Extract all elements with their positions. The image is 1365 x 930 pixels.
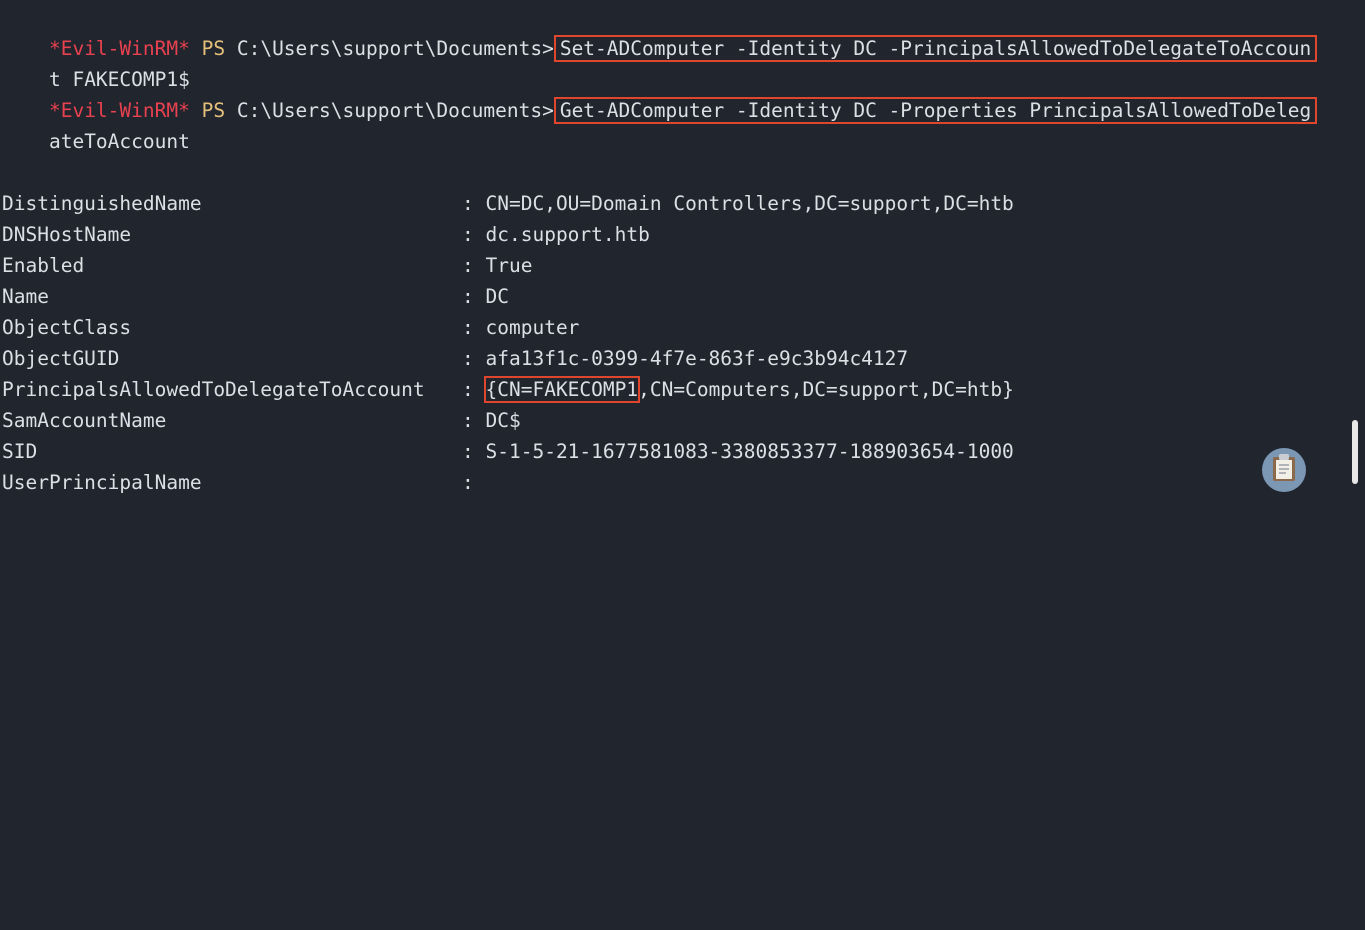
property-name: ObjectClass	[2, 316, 132, 339]
property-name: SID	[2, 440, 38, 463]
property-separator: :	[462, 440, 474, 463]
property-separator: :	[462, 378, 474, 401]
property-row: ObjectClass: computer	[2, 312, 579, 343]
property-name: DistinguishedName	[2, 192, 202, 215]
highlighted-command-2: Get-ADComputer -Identity DC -Properties …	[553, 97, 1318, 124]
property-row: Enabled: True	[2, 250, 532, 281]
property-row: UserPrincipalName:	[2, 467, 486, 498]
property-value: afa13f1c-0399-4f7e-863f-e9c3b94c4127	[485, 347, 909, 370]
property-value: DC$	[485, 409, 521, 432]
property-separator: :	[462, 285, 474, 308]
property-name: SamAccountName	[2, 409, 167, 432]
property-value: S-1-5-21-1677581083-3380853377-188903654…	[485, 440, 1014, 463]
highlighted-command-1: Set-ADComputer -Identity DC -PrincipalsA…	[553, 35, 1318, 62]
property-name: ObjectGUID	[2, 347, 120, 370]
command-line-1-wrap: t FAKECOMP1$	[2, 33, 190, 91]
property-name: Name	[2, 285, 49, 308]
scrollbar-thumb[interactable]	[1352, 420, 1358, 484]
prompt-path: C:\Users\support\Documents>	[236, 37, 554, 60]
highlighted-value: {CN=FAKECOMP1	[483, 376, 641, 403]
terminal-window[interactable]: *Evil-WinRM* PS C:\Users\support\Documen…	[0, 0, 1350, 507]
property-value: CN=DC,OU=Domain Controllers,DC=support,D…	[485, 192, 1014, 215]
property-value: DC	[485, 285, 509, 308]
clipboard-icon	[1271, 453, 1297, 488]
property-separator: :	[462, 223, 474, 246]
property-separator: :	[462, 316, 474, 339]
property-row: SID: S-1-5-21-1677581083-3380853377-1889…	[2, 436, 1014, 467]
property-name: PrincipalsAllowedToDelegateToAccount	[2, 378, 425, 401]
prompt-path: C:\Users\support\Documents>	[236, 99, 554, 122]
property-separator: :	[462, 192, 474, 215]
command-line-2: *Evil-WinRM* PS C:\Users\support\Documen…	[2, 64, 1318, 124]
property-separator: :	[462, 409, 474, 432]
property-row: Name: DC	[2, 281, 509, 312]
property-name: Enabled	[2, 254, 85, 277]
property-row: DistinguishedName: CN=DC,OU=Domain Contr…	[2, 188, 1014, 219]
property-value: ,CN=Computers,DC=support,DC=htb}	[638, 378, 1014, 401]
command-line-1: *Evil-WinRM* PS C:\Users\support\Documen…	[2, 2, 1318, 62]
command-2-continuation: ateToAccount	[48, 130, 190, 153]
property-row: SamAccountName: DC$	[2, 405, 521, 436]
property-name: DNSHostName	[2, 223, 132, 246]
property-separator: :	[462, 347, 474, 370]
clipboard-button[interactable]	[1262, 448, 1306, 492]
property-name: UserPrincipalName	[2, 471, 202, 494]
property-separator: :	[462, 254, 474, 277]
prompt-ps: PS	[201, 99, 226, 122]
command-line-2-wrap: ateToAccount	[2, 95, 190, 153]
property-row: ObjectGUID: afa13f1c-0399-4f7e-863f-e9c3…	[2, 343, 908, 374]
property-separator: :	[462, 471, 474, 494]
prompt-ps: PS	[201, 37, 226, 60]
property-row: DNSHostName: dc.support.htb	[2, 219, 650, 250]
property-row: PrincipalsAllowedToDelegateToAccount: {C…	[2, 374, 1014, 405]
property-value: computer	[485, 316, 580, 339]
property-value: dc.support.htb	[485, 223, 650, 246]
property-value: True	[485, 254, 533, 277]
